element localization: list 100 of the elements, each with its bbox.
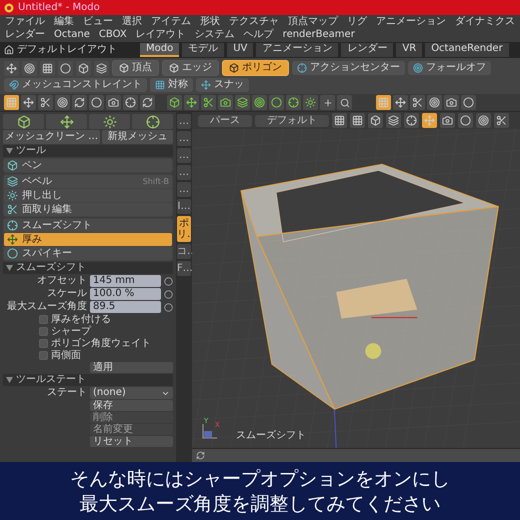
layout-tab[interactable]: VR [396,43,422,57]
menu-item[interactable]: ヘルプ [244,29,274,41]
toolbar-button[interactable] [76,60,91,76]
menu-item[interactable]: ダイナミクス [455,16,515,28]
tool-button[interactable]: メッシュコンストレイント [4,78,147,92]
section-header[interactable]: スムーズシフト [3,262,173,274]
refresh-icon[interactable] [196,451,205,460]
toolbar-button[interactable] [21,95,36,110]
side-tab[interactable]: … [177,165,191,180]
toolbar-button[interactable] [89,95,104,110]
section-header[interactable]: ツール [3,145,173,157]
toolbar-button[interactable] [368,113,383,128]
tool-item[interactable]: ベベル Shift-B [4,175,172,188]
state-dropdown[interactable]: (none) [90,387,173,399]
tool-button[interactable]: フォールオフ [408,61,491,75]
toolbar-button[interactable] [218,95,233,110]
apply-button[interactable]: 適用 [90,362,173,373]
tool-item[interactable]: スパイキー [4,247,172,260]
toolbar-button[interactable] [269,95,284,110]
add-button[interactable] [320,95,335,110]
toolbar-button[interactable] [350,113,365,128]
toolbar-button[interactable] [140,95,155,110]
toolbar-button[interactable] [235,95,250,110]
toolbar-button[interactable] [410,95,425,110]
toolbar-button[interactable] [386,113,401,128]
value-field[interactable]: 145 mm [90,275,161,287]
menu-item[interactable]: renderBeamer [282,29,355,41]
tool-item[interactable]: ペン [4,159,172,172]
toolbar-button[interactable] [38,95,53,110]
home-icon[interactable] [4,45,14,55]
mode-button[interactable]: 頂点 [112,60,159,76]
checkbox[interactable] [39,339,48,348]
toolbar-button[interactable] [201,95,216,110]
toolbar-button[interactable] [303,95,318,110]
toolbar-button[interactable] [40,60,55,76]
section-header[interactable]: ツールステート [3,374,173,386]
search-button[interactable] [337,95,352,110]
tool-button[interactable]: アクションセンター [292,61,405,75]
state-button[interactable]: 保存 [90,400,173,411]
menu-item[interactable]: リグ [347,16,367,28]
toolbar-button[interactable] [167,95,182,110]
primitive-button[interactable] [132,114,173,129]
toolbar-button[interactable] [332,113,347,128]
menu-item[interactable]: ビュー [83,16,113,28]
checkbox[interactable] [39,351,48,360]
side-tab[interactable]: … [177,148,191,163]
toolbar-button[interactable] [444,95,459,110]
menu-item[interactable]: アニメーション [376,16,446,28]
toolbar-button[interactable] [458,113,473,128]
menu-item[interactable]: レイアウト [136,29,186,41]
menu-item[interactable]: CBOX [98,29,127,41]
view-dropdown[interactable]: パース [198,114,252,126]
state-button[interactable]: リセット [90,436,173,447]
toolbar-button[interactable] [494,113,509,128]
layout-tab[interactable]: モデル [182,43,224,57]
checkbox[interactable] [39,315,48,324]
menu-item[interactable]: 形状 [200,16,220,28]
tool-button[interactable]: 対称 [150,78,193,92]
mode-button[interactable]: ポリゴン [222,60,289,76]
toolbar-button[interactable] [252,95,267,110]
tool-item[interactable]: スムーズシフト [4,219,172,232]
toolbar-button[interactable] [476,113,491,128]
tool-item[interactable]: 厚み [4,233,172,246]
menu-item[interactable]: Octane [54,29,90,41]
toolbar-button[interactable] [427,95,442,110]
shading-dropdown[interactable]: デフォルト [255,114,329,126]
toolbar-button[interactable] [4,60,19,76]
tool-item[interactable]: 面取り編集 [4,203,172,216]
primitive-button[interactable] [46,114,87,129]
side-tab[interactable]: F… [177,261,191,276]
mode-button[interactable]: エッジ [162,60,219,76]
layout-tab[interactable]: OctaneRender [425,43,509,57]
layout-tab[interactable]: Modo [140,43,180,57]
menu-item[interactable]: テクスチャ [229,16,279,28]
tool-button[interactable]: スナッ [196,78,249,92]
toolbar-button[interactable] [286,95,301,110]
toolbar-button[interactable] [22,60,37,76]
menu-item[interactable]: ファイル [5,16,45,28]
side-tab[interactable]: … [177,114,191,129]
side-tab[interactable]: I… [177,199,191,214]
checkbox[interactable] [39,327,48,336]
menu-item[interactable]: アイテム [151,16,191,28]
layout-tab[interactable]: UV [227,43,254,57]
layout-tab[interactable]: アニメーション [256,43,338,57]
value-field[interactable]: 100.0 % [90,288,161,300]
toolbar-button[interactable] [404,113,419,128]
gizmo-handle[interactable] [365,343,382,359]
toolbar-button[interactable] [461,95,476,110]
value-field[interactable]: 89.5 [90,301,161,313]
toolbar-button[interactable] [393,95,408,110]
toolbar-button[interactable] [123,95,138,110]
primitive-button[interactable] [3,114,44,129]
menu-item[interactable]: 選択 [122,16,142,28]
primitive-button[interactable] [89,114,130,129]
toolbar-button[interactable] [55,95,70,110]
toolbar-button[interactable] [72,95,87,110]
menu-item[interactable]: 編集 [54,16,74,28]
menu-item[interactable]: レンダー [5,29,45,41]
mesh-button[interactable]: 新規メッシュ [102,130,173,144]
toolbar-button[interactable] [58,60,73,76]
